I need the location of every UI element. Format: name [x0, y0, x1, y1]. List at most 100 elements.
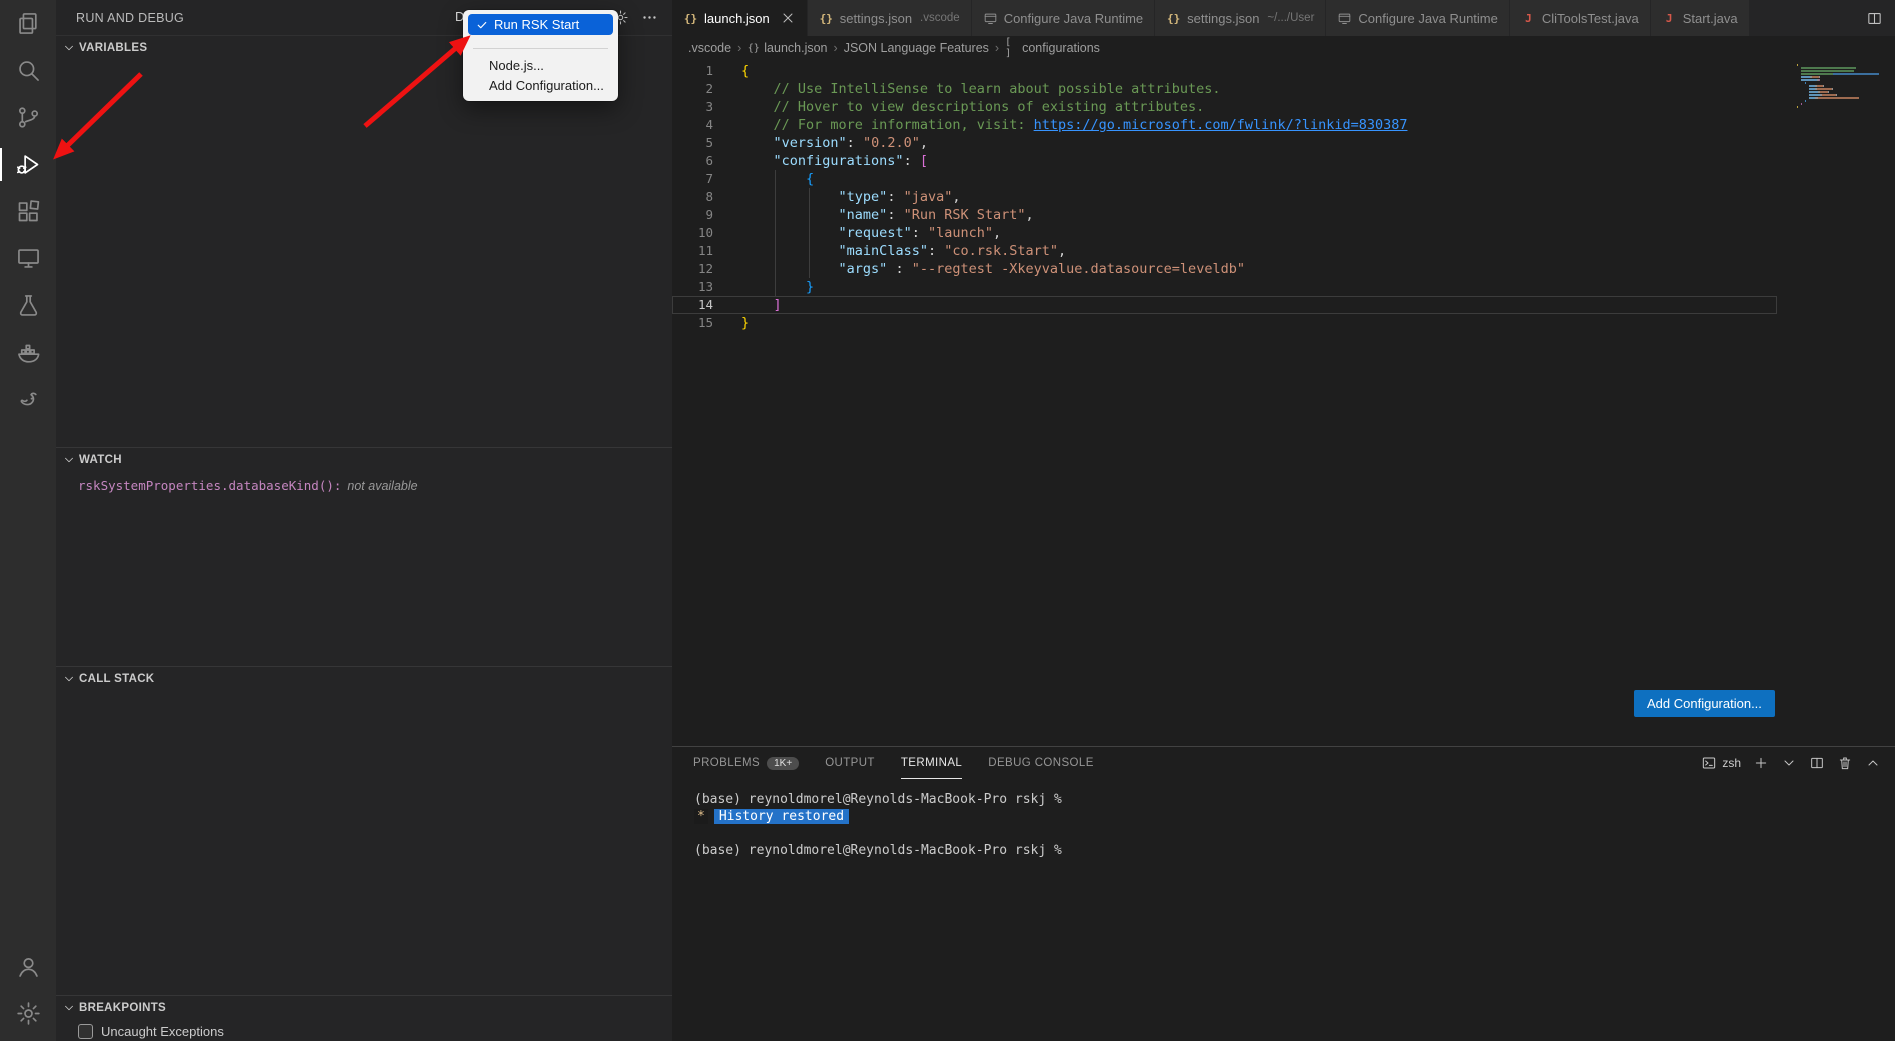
code-line[interactable]: 10 "request": "launch", [672, 224, 1777, 242]
minimap-line [1797, 100, 1889, 102]
tab-close-icon[interactable] [780, 10, 796, 26]
problems-count-badge: 1K+ [767, 757, 799, 770]
breadcrumb-label: JSON Language Features [844, 41, 989, 55]
breakpoints-section-header[interactable]: BREAKPOINTS [56, 996, 672, 1020]
terminal-output[interactable]: (base) reynoldmorel@Reynolds-MacBook-Pro… [672, 779, 1895, 859]
breadcrumb-label: launch.json [764, 41, 827, 55]
files-icon [15, 10, 42, 37]
activitybar-item-testing[interactable] [0, 282, 56, 329]
minimap-line [1797, 103, 1889, 105]
remote-explorer-icon [15, 245, 42, 272]
code-line[interactable]: 14 ] [672, 296, 1777, 314]
add-configuration-button[interactable]: Add Configuration... [1634, 690, 1775, 717]
chevron-down-icon [62, 672, 76, 686]
panel-tab-debug-console[interactable]: DEBUG CONSOLE [988, 747, 1094, 779]
maximize-panel-chevron-up-icon[interactable] [1865, 755, 1881, 771]
breadcrumb-item[interactable]: JSON Language Features [844, 41, 989, 55]
watch-section-header[interactable]: WATCH [56, 448, 672, 472]
code-line[interactable]: 2 // Use IntelliSense to learn about pos… [672, 80, 1777, 98]
call-stack-section-header[interactable]: CALL STACK [56, 667, 672, 691]
source-control-icon [15, 104, 42, 131]
activitybar-item-manage[interactable] [0, 990, 56, 1037]
activitybar-item-extensions[interactable] [0, 188, 56, 235]
variables-section-label: VARIABLES [79, 42, 147, 54]
menu-item-label: Node.js... [489, 58, 544, 73]
menu-item[interactable]: Node.js... [463, 55, 618, 75]
editor-tab[interactable]: Configure Java Runtime [972, 0, 1155, 36]
code-line[interactable]: 11 "mainClass": "co.rsk.Start", [672, 242, 1777, 260]
activitybar-item-search[interactable] [0, 47, 56, 94]
line-number: 2 [672, 80, 713, 98]
breadcrumb-item[interactable]: {}launch.json [747, 41, 827, 55]
panel-tab-terminal[interactable]: TERMINAL [901, 747, 962, 779]
breadcrumb-label: .vscode [688, 41, 731, 55]
code-line[interactable]: 5 "version": "0.2.0", [672, 134, 1777, 152]
code-line[interactable]: 4 // For more information, visit: https:… [672, 116, 1777, 134]
checkbox-unchecked[interactable] [78, 1024, 93, 1039]
activitybar-item-docker[interactable] [0, 329, 56, 376]
editor-tab[interactable]: {}settings.json.vscode [808, 0, 972, 36]
new-terminal-plus-icon[interactable] [1753, 755, 1769, 771]
line-content: "configurations": [ [741, 152, 928, 170]
json-icon: {} [819, 11, 834, 26]
menu-item[interactable]: Add Configuration... [463, 75, 618, 95]
activitybar-item-remote-explorer[interactable] [0, 235, 56, 282]
panel-tab-problems[interactable]: PROBLEMS 1K+ [693, 747, 799, 779]
editor-pane[interactable]: 1{2 // Use IntelliSense to learn about p… [672, 60, 1895, 746]
breadcrumb-item[interactable]: [ ]configurations [1005, 41, 1100, 55]
editor-tab[interactable]: Configure Java Runtime [1326, 0, 1509, 36]
line-number: 8 [672, 188, 713, 206]
testing-beaker-icon [15, 292, 42, 319]
watch-value: not available [347, 479, 417, 493]
editor-tab[interactable]: {}launch.json [672, 0, 808, 36]
activitybar-item-run-and-debug[interactable] [0, 141, 56, 188]
editor-tab[interactable]: JStart.java [1651, 0, 1750, 36]
run-debug-icon [15, 151, 42, 178]
breakpoint-row[interactable]: Uncaught Exceptions [56, 1020, 672, 1041]
code-line[interactable]: 13 } [672, 278, 1777, 296]
tab-label: Start.java [1683, 11, 1738, 26]
terminal-line [694, 825, 1895, 842]
code-line[interactable]: 7 { [672, 170, 1777, 188]
kill-terminal-trash-icon[interactable] [1837, 755, 1853, 771]
editor-tab[interactable]: {}settings.json~/.../User [1155, 0, 1326, 36]
line-content: } [741, 314, 749, 332]
checkmark-icon [476, 19, 488, 31]
panel-tab-label: TERMINAL [901, 757, 962, 769]
tab-label: launch.json [704, 11, 770, 26]
activitybar-item-accounts[interactable] [0, 943, 56, 990]
code-line[interactable]: 9 "name": "Run RSK Start", [672, 206, 1777, 224]
activity-bar-bottom [0, 943, 56, 1041]
watch-expression-row[interactable]: rskSystemProperties.databaseKind():not a… [56, 476, 672, 496]
call-stack-section: CALL STACK [56, 666, 672, 995]
code-line[interactable]: 1{ [672, 62, 1777, 80]
activitybar-item-gradle[interactable] [0, 376, 56, 423]
activitybar-item-explorer[interactable] [0, 0, 56, 47]
terminal-profiles-chevron-down-icon[interactable] [1781, 755, 1797, 771]
more-actions-icon[interactable] [641, 9, 658, 26]
debug-config-dropdown-menu: Run RSK Start Node.js... Add Configuration… [463, 10, 618, 101]
chevron-down-icon [62, 1001, 76, 1015]
line-number: 9 [672, 206, 713, 224]
minimap-line [1797, 97, 1889, 99]
minimap[interactable] [1797, 64, 1889, 109]
code-line[interactable]: 6 "configurations": [ [672, 152, 1777, 170]
menu-item[interactable]: Run RSK Start [468, 14, 613, 35]
code-line[interactable]: 15} [672, 314, 1777, 332]
line-number: 13 [672, 278, 713, 296]
terminal-profile-chip[interactable]: zsh [1701, 755, 1741, 771]
activitybar-item-source-control[interactable] [0, 94, 56, 141]
split-terminal-icon[interactable] [1809, 755, 1825, 771]
code-line[interactable]: 8 "type": "java", [672, 188, 1777, 206]
breakpoint-label: Uncaught Exceptions [101, 1024, 224, 1039]
breadcrumb-item[interactable]: .vscode [688, 41, 731, 55]
split-editor-icon[interactable] [1866, 10, 1883, 27]
minimap-line [1797, 70, 1889, 72]
editor-tab[interactable]: JCliToolsTest.java [1510, 0, 1651, 36]
terminal-line: (base) reynoldmorel@Reynolds-MacBook-Pro… [694, 842, 1895, 859]
runtime-window-icon [1337, 11, 1352, 26]
panel-tab-output[interactable]: OUTPUT [825, 747, 875, 779]
panel-tab-label: PROBLEMS [693, 757, 760, 769]
code-line[interactable]: 3 // Hover to view descriptions of exist… [672, 98, 1777, 116]
code-line[interactable]: 12 "args" : "--regtest -Xkeyvalue.dataso… [672, 260, 1777, 278]
